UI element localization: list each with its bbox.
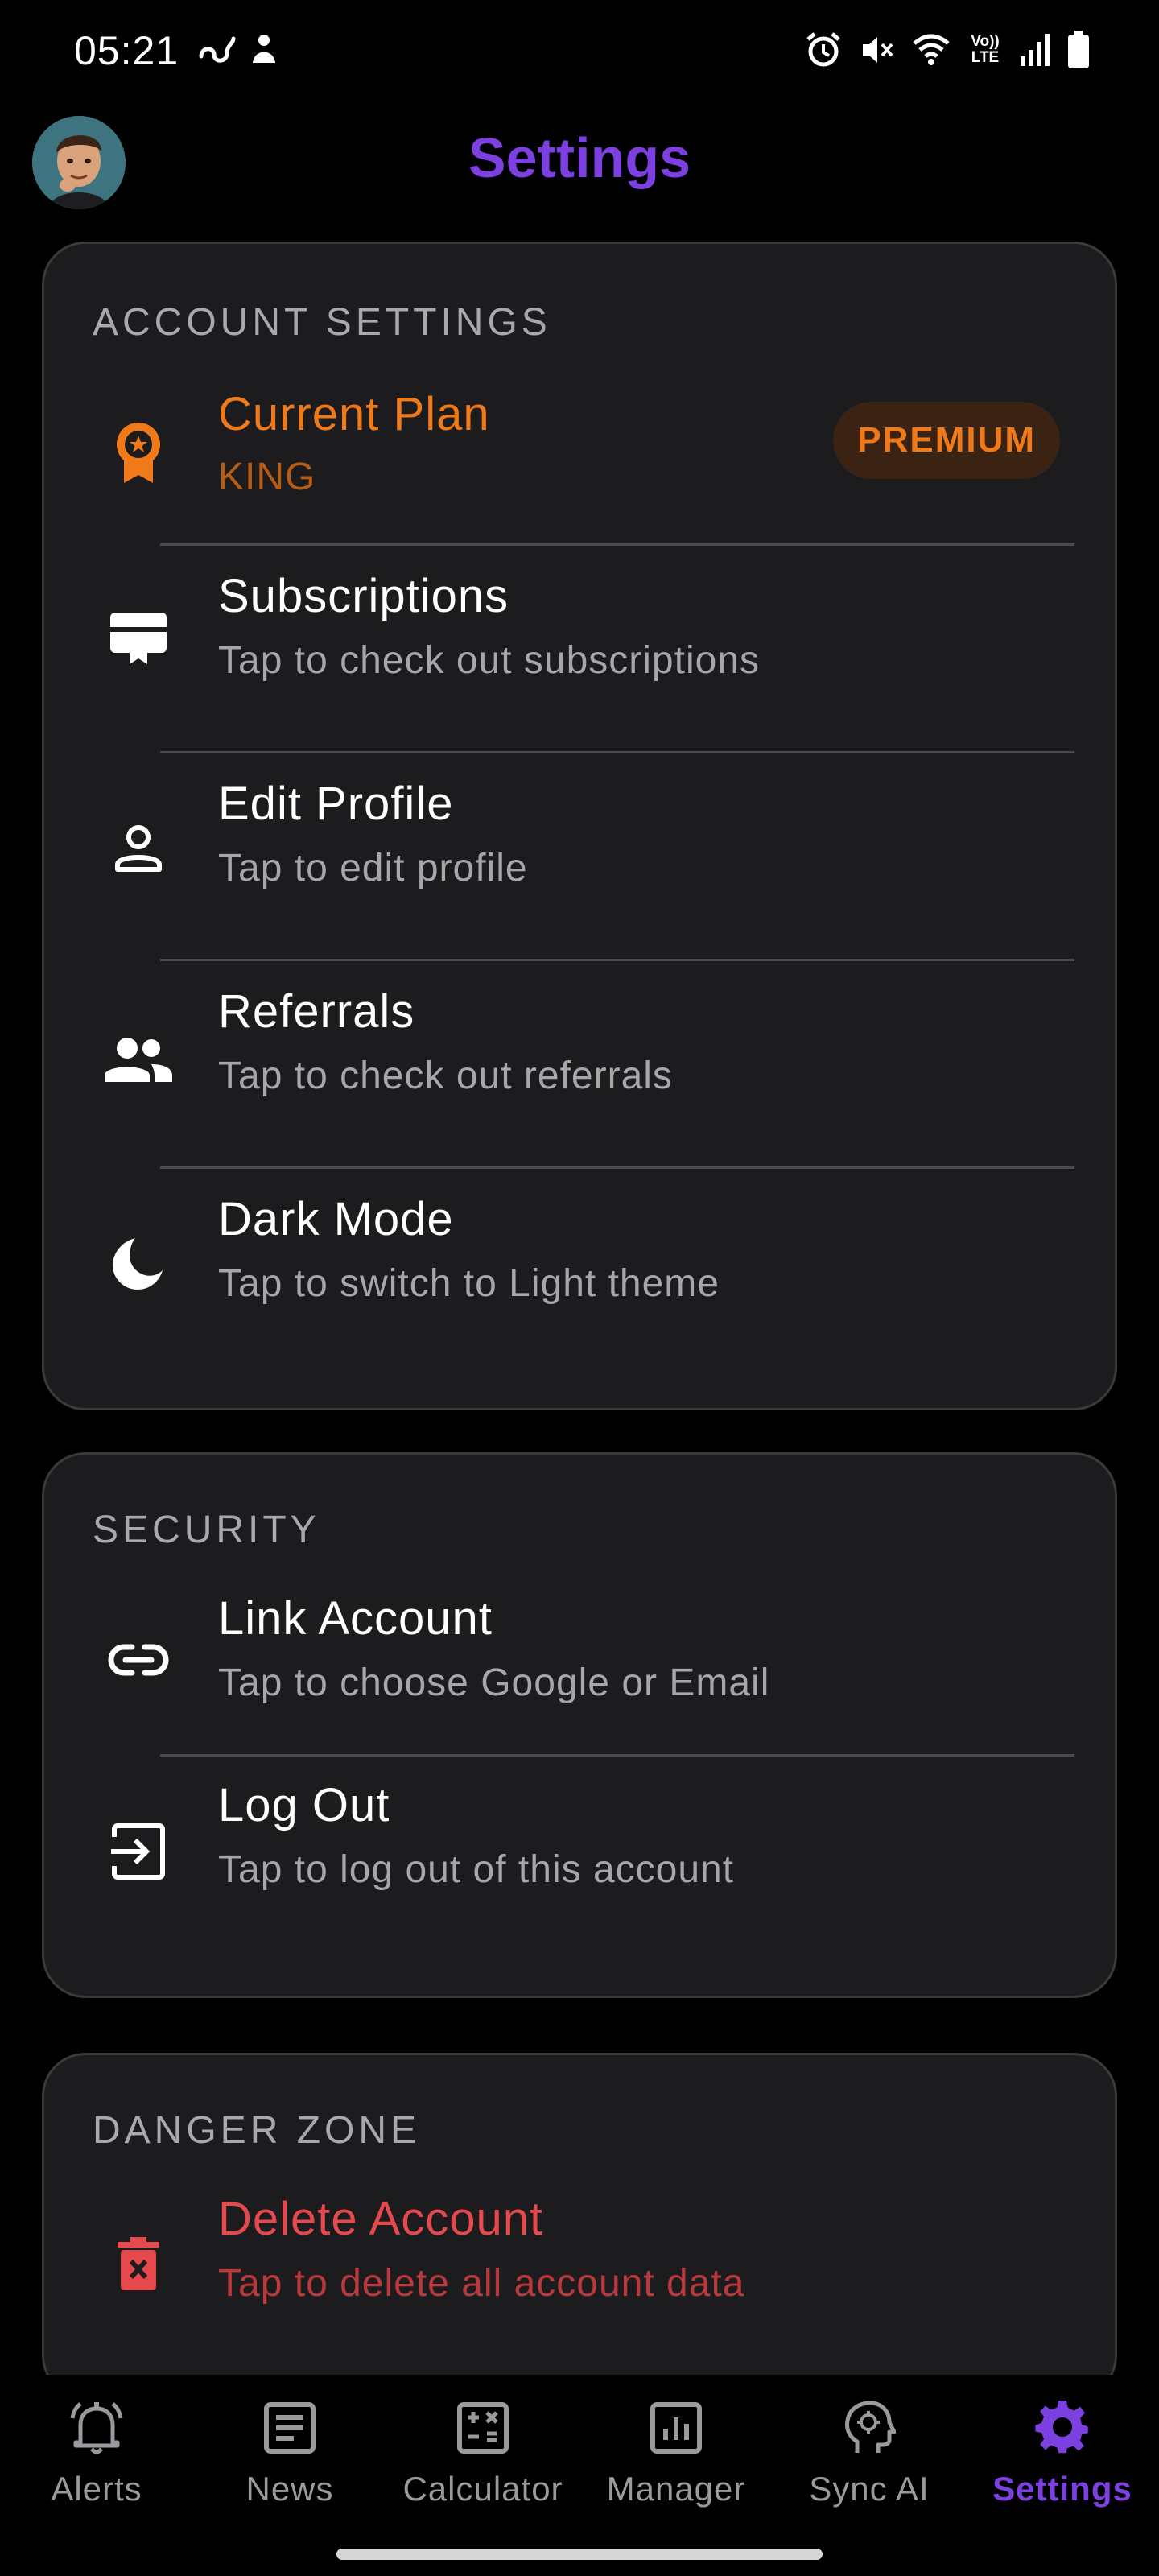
section-title-danger: DANGER ZONE xyxy=(93,2109,421,2152)
bell-icon xyxy=(68,2399,126,2457)
section-title-account: ACCOUNT SETTINGS xyxy=(93,301,551,344)
settings-screen: 05:21 Vo)) LTE Settings ACCOUNT SETTINGS… xyxy=(0,0,1159,2576)
volte-icon: Vo)) LTE xyxy=(971,33,1000,66)
delete-account-subtitle: Tap to delete all account data xyxy=(218,2262,745,2305)
gear-icon xyxy=(1033,2399,1091,2457)
current-plan-title: Current Plan xyxy=(218,388,490,440)
status-right-icons: Vo)) LTE xyxy=(805,31,1090,69)
nav-calculator[interactable]: Calculator xyxy=(386,2375,580,2536)
nav-alerts[interactable]: Alerts xyxy=(0,2375,193,2536)
edit-profile-subtitle: Tap to edit profile xyxy=(218,847,528,890)
nav-label-news: News xyxy=(245,2470,334,2508)
nav-label-sync-ai: Sync AI xyxy=(809,2470,930,2508)
dark-mode-subtitle: Tap to switch to Light theme xyxy=(218,1262,720,1305)
status-bar: 05:21 Vo)) LTE xyxy=(0,0,1159,105)
home-indicator[interactable] xyxy=(336,2549,823,2560)
nav-label-settings: Settings xyxy=(992,2470,1132,2508)
subscriptions-title: Subscriptions xyxy=(218,570,509,622)
edit-profile-title: Edit Profile xyxy=(218,778,454,830)
referrals-title: Referrals xyxy=(218,985,415,1038)
people-icon xyxy=(102,1023,175,1096)
battery-icon xyxy=(1067,31,1090,69)
security-card: SECURITY Link Account Tap to choose Goog… xyxy=(42,1452,1117,1998)
logout-icon xyxy=(102,1815,175,1888)
nav-settings[interactable]: Settings xyxy=(966,2375,1159,2536)
subscriptions-subtitle: Tap to check out subscriptions xyxy=(218,639,761,682)
card-icon xyxy=(102,601,175,674)
trash-icon xyxy=(102,2227,175,2300)
wifi-icon xyxy=(911,32,951,68)
log-out-title: Log Out xyxy=(218,1779,390,1831)
nav-news[interactable]: News xyxy=(193,2375,386,2536)
divider xyxy=(160,1754,1074,1757)
chart-icon xyxy=(647,2399,705,2457)
link-icon xyxy=(196,32,237,68)
delete-account-title: Delete Account xyxy=(218,2193,544,2245)
referrals-subtitle: Tap to check out referrals xyxy=(218,1055,673,1097)
news-icon xyxy=(261,2399,319,2457)
signal-icon xyxy=(1019,32,1051,68)
nav-manager[interactable]: Manager xyxy=(580,2375,773,2536)
ai-head-icon xyxy=(840,2399,898,2457)
status-left-icons xyxy=(196,32,280,68)
log-out-item[interactable]: Log Out Tap to log out of this account xyxy=(44,1757,1115,1959)
edit-profile-item[interactable]: Edit Profile Tap to edit profile xyxy=(44,754,1115,956)
dark-mode-title: Dark Mode xyxy=(218,1193,454,1245)
current-plan-item[interactable]: Current Plan KING PREMIUM xyxy=(44,365,1115,566)
nav-sync-ai[interactable]: Sync AI xyxy=(773,2375,966,2536)
moon-icon xyxy=(102,1228,175,1300)
dark-mode-item[interactable]: Dark Mode Tap to switch to Light theme xyxy=(44,1170,1115,1371)
notification-icon xyxy=(248,32,280,68)
delete-account-item[interactable]: Delete Account Tap to delete all account… xyxy=(44,2171,1115,2372)
divider xyxy=(160,751,1074,753)
link-icon xyxy=(102,1624,175,1696)
log-out-subtitle: Tap to log out of this account xyxy=(218,1848,735,1891)
bottom-nav: Alerts News Calculator Manager Sync AI S… xyxy=(0,2375,1159,2576)
mute-icon xyxy=(858,31,895,68)
account-settings-card: ACCOUNT SETTINGS Current Plan KING PREMI… xyxy=(42,242,1117,1410)
nav-label-alerts: Alerts xyxy=(51,2470,142,2508)
current-plan-value: KING xyxy=(218,456,316,498)
status-time: 05:21 xyxy=(74,28,179,73)
alarm-icon xyxy=(805,31,842,68)
premium-badge: PREMIUM xyxy=(833,402,1060,479)
link-account-item[interactable]: Link Account Tap to choose Google or Ema… xyxy=(44,1571,1115,1772)
page-title: Settings xyxy=(468,126,691,189)
referrals-item[interactable]: Referrals Tap to check out referrals xyxy=(44,962,1115,1163)
divider xyxy=(160,959,1074,961)
section-title-security: SECURITY xyxy=(93,1509,320,1551)
calculator-icon xyxy=(454,2399,512,2457)
divider xyxy=(160,1166,1074,1169)
link-account-subtitle: Tap to choose Google or Email xyxy=(218,1662,770,1704)
danger-zone-card: DANGER ZONE Delete Account Tap to delete… xyxy=(42,2053,1117,2399)
nav-label-manager: Manager xyxy=(606,2470,746,2508)
divider xyxy=(160,543,1074,546)
award-icon xyxy=(102,416,175,489)
nav-label-calculator: Calculator xyxy=(402,2470,563,2508)
link-account-title: Link Account xyxy=(218,1592,493,1645)
person-icon xyxy=(102,812,175,885)
subscriptions-item[interactable]: Subscriptions Tap to check out subscript… xyxy=(44,547,1115,748)
